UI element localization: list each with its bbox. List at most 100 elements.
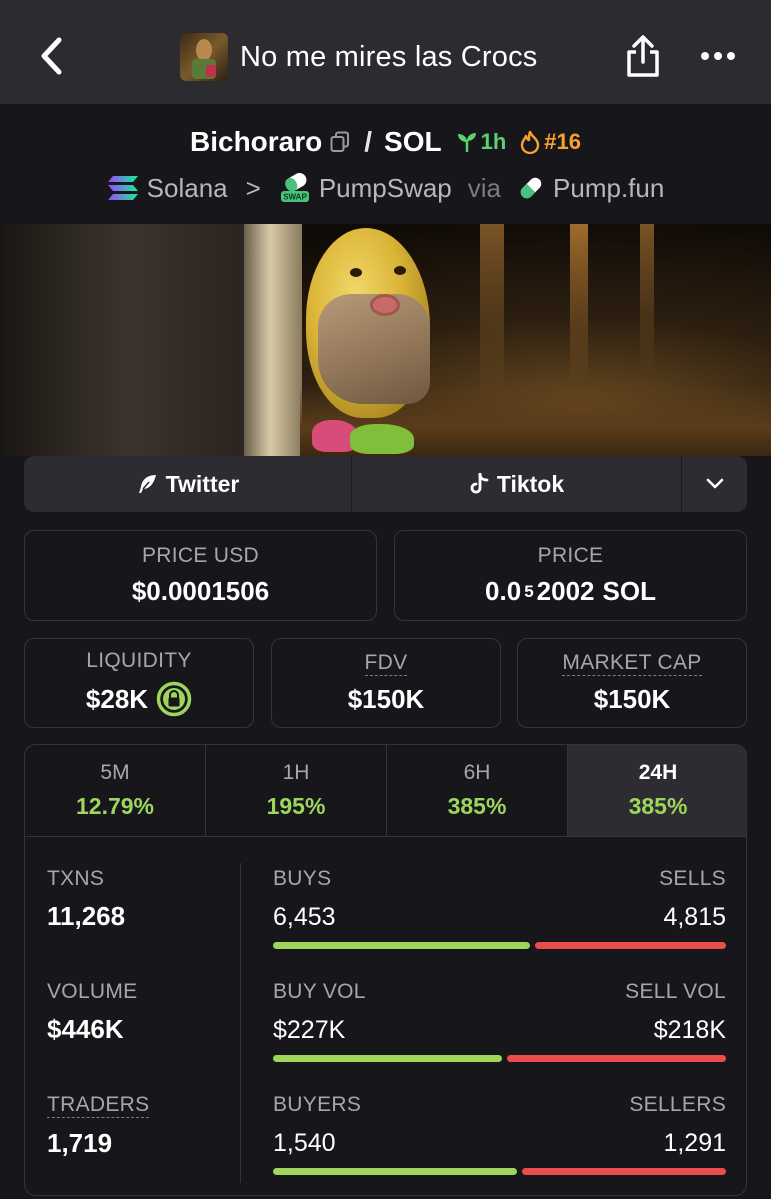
tab-change: 385% [628, 793, 688, 819]
txns-label: TXNS [47, 867, 105, 890]
dex-name: PumpSwap [318, 172, 452, 203]
liquidity-label: LIQUIDITY [86, 649, 192, 672]
quote-token: SOL [384, 126, 442, 157]
chevron-left-icon [41, 37, 62, 75]
buyers-sellers-split: BUYERS SELLERS 1,540 1,291 [273, 1093, 726, 1193]
tiktok-label: Tiktok [496, 470, 565, 497]
tab-24h[interactable]: 24H 385% [568, 745, 746, 836]
tab-5m[interactable]: 5M 12.79% [25, 745, 206, 836]
liquidity-card: LIQUIDITY $28K [24, 638, 254, 728]
age-badge: 1h [456, 129, 507, 155]
top-nav-bar: No me mires las Crocs [0, 0, 771, 104]
volume-value: $446K [47, 1014, 124, 1044]
stats-panel: 5M 12.79% 1H 195% 6H 385% 24H 385% TXNS … [24, 744, 747, 1196]
volume-stat: VOLUME $446K [47, 980, 138, 1045]
price-native-digits: 2002 [536, 576, 595, 606]
pair-separator: / [364, 126, 373, 157]
tab-label: 6H [463, 761, 491, 784]
pill-icon [520, 177, 542, 199]
sell-vol-label: SELL VOL [625, 980, 726, 1003]
via-text: via [467, 172, 502, 203]
tiktok-icon [470, 473, 489, 494]
traders-stat[interactable]: TRADERS 1,719 [47, 1093, 150, 1159]
sell-vol-bar [506, 1055, 726, 1062]
buys-value: 6,453 [273, 903, 336, 931]
market-cap-value: $150K [593, 684, 671, 714]
liquidity-value: $28K [85, 683, 149, 714]
twitter-button[interactable]: Twitter [24, 456, 352, 512]
token-banner-image [0, 224, 771, 456]
dex-link-pumpswap[interactable]: SWAP PumpSwap [279, 173, 452, 204]
timeframe-tabs: 5M 12.79% 1H 195% 6H 385% 24H 385% [25, 745, 746, 837]
social-links-bar: Twitter Tiktok [24, 456, 747, 512]
tab-label: 1H [282, 761, 310, 784]
page-title: No me mires las Crocs [240, 40, 538, 73]
tab-change: 195% [266, 793, 326, 819]
token-name: Bichoraro [190, 126, 323, 157]
back-button[interactable] [30, 32, 74, 80]
price-native-card: PRICE 0.0 5 2002 SOL [394, 530, 747, 621]
launchpad-link-pumpfun[interactable]: Pump.fun [517, 173, 664, 204]
market-cap-card[interactable]: MARKET CAP $150K [517, 638, 747, 728]
tab-label: 24H [638, 761, 678, 784]
sell-vol-value: $218K [653, 1016, 726, 1044]
chevron-down-icon [706, 478, 723, 489]
sprout-icon [457, 133, 476, 152]
buys-bar [273, 942, 531, 949]
svg-text:SWAP: SWAP [283, 193, 307, 202]
price-usd-card: PRICE USD $0.0001506 [24, 530, 377, 621]
fdv-value: $150K [347, 684, 425, 714]
column-divider [240, 863, 241, 1183]
traders-label: TRADERS [47, 1093, 150, 1118]
buyers-label: BUYERS [273, 1093, 362, 1116]
buyers-value: 1,540 [273, 1129, 336, 1157]
rank-text: #16 [544, 129, 581, 154]
launchpad-name: Pump.fun [553, 172, 665, 203]
fdv-card[interactable]: FDV $150K [271, 638, 501, 728]
price-native-zero-count: 5 [524, 581, 534, 601]
copy-icon[interactable] [330, 130, 352, 154]
fdv-label: FDV [364, 651, 408, 676]
tab-change: 12.79% [75, 793, 154, 819]
sellers-label: SELLERS [629, 1093, 726, 1116]
tab-change: 385% [447, 793, 507, 819]
price-native-prefix: 0.0 [485, 576, 522, 606]
buy-vol-label: BUY VOL [273, 980, 366, 1003]
txns-stat: TXNS 11,268 [47, 867, 125, 932]
traders-value: 1,719 [47, 1128, 113, 1158]
sellers-bar [521, 1168, 726, 1175]
split-column: BUYS SELLS 6,453 4,815 BUY VOL SELL VOL … [273, 837, 726, 1195]
price-native-label: PRICE [537, 544, 604, 567]
breadcrumb-chevron: > [245, 172, 261, 203]
txns-value: 11,268 [47, 901, 126, 931]
totals-column: TXNS 11,268 VOLUME $446K TRADERS 1,719 [25, 837, 240, 1195]
tab-label: 5M [100, 761, 130, 784]
tiktok-button[interactable]: Tiktok [352, 456, 682, 512]
volume-split: BUY VOL SELL VOL $227K $218K [273, 980, 726, 1080]
liquidity-value-row: $28K [86, 681, 192, 717]
share-icon [627, 35, 659, 77]
chain-link-solana[interactable]: Solana [107, 173, 228, 204]
tab-6h[interactable]: 6H 385% [387, 745, 568, 836]
sells-value: 4,815 [663, 903, 726, 931]
price-native-value: 0.0 5 2002 SOL [485, 576, 656, 607]
buy-vol-value: $227K [273, 1016, 346, 1044]
tab-1h[interactable]: 1H 195% [206, 745, 387, 836]
price-native-unit: SOL [602, 576, 656, 606]
buyers-sellers-bar [273, 1168, 726, 1175]
sells-label: SELLS [659, 867, 726, 890]
expand-links-button[interactable] [682, 456, 747, 512]
age-text: 1h [480, 129, 507, 154]
buys-sells-split: BUYS SELLS 6,453 4,815 [273, 867, 726, 967]
lock-icon[interactable] [156, 681, 192, 717]
more-options-button[interactable] [696, 36, 740, 76]
market-cap-label: MARKET CAP [562, 651, 702, 676]
sells-bar [535, 942, 726, 949]
volume-label: VOLUME [47, 980, 138, 1003]
token-avatar [180, 33, 228, 81]
sellers-value: 1,291 [663, 1129, 726, 1157]
twitter-label: Twitter [165, 470, 240, 497]
trending-rank-badge[interactable]: #16 [520, 129, 581, 155]
share-button[interactable] [620, 30, 666, 82]
volume-bar [273, 1055, 726, 1062]
